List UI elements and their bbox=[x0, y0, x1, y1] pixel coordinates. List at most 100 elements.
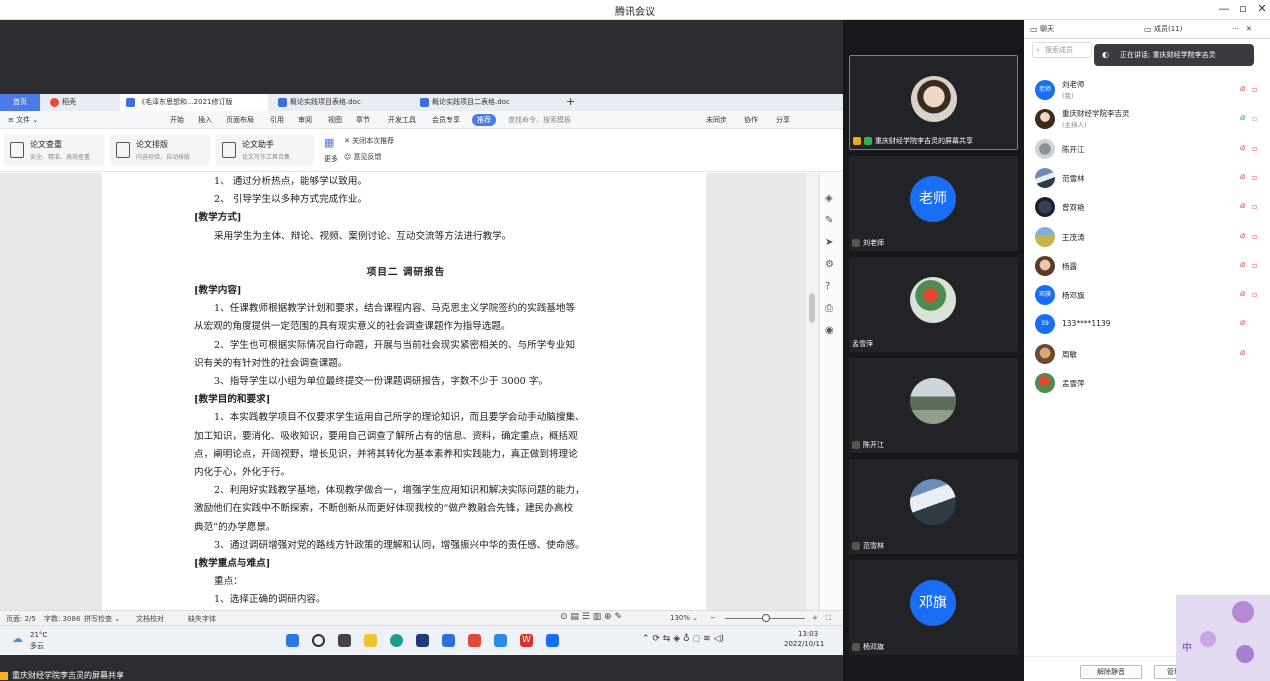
unmute-all-button[interactable]: 解除静音 bbox=[1080, 665, 1142, 679]
app-icon-red[interactable] bbox=[468, 634, 481, 647]
member-row[interactable]: 范雪林 ⌀ ▫ bbox=[1024, 164, 1270, 192]
doc-heading[interactable]: [教学重点与难点] bbox=[194, 555, 618, 573]
menu-recommend[interactable]: 推荐 bbox=[472, 114, 496, 126]
word-count[interactable]: 字数: 3086 bbox=[44, 614, 80, 624]
menu-view[interactable]: 视图 bbox=[328, 115, 342, 125]
video-tile[interactable]: 邓旗 杨邓旗 bbox=[849, 560, 1018, 655]
share-icon[interactable]: ⎙ bbox=[825, 303, 833, 314]
camera-off-icon[interactable]: ▫ bbox=[1252, 173, 1263, 182]
video-tile[interactable]: 孟雪萍 bbox=[849, 257, 1018, 352]
pen-icon[interactable]: ✎ bbox=[825, 215, 833, 226]
mic-off-icon[interactable]: ⌀ bbox=[1240, 84, 1248, 95]
mic-off-icon[interactable]: ⌀ bbox=[1240, 348, 1248, 359]
document-body[interactable]: 1、 通过分析热点，能够学以致用。 2、 引导学生以多种方式完成作业。 [教学方式]… bbox=[194, 173, 618, 610]
vertical-scrollbar[interactable] bbox=[806, 173, 818, 610]
doc-line[interactable]: 内化于心，外化于行。 bbox=[194, 464, 618, 482]
mic-off-icon[interactable]: ⌀ bbox=[1240, 260, 1248, 271]
tab-active-doc[interactable]: 《毛泽东思想和...2021修订版 bbox=[120, 94, 268, 111]
paper-format-button[interactable]: 论文排版 内容校验，自动排版 bbox=[110, 134, 210, 166]
video-tile[interactable]: 范雪林 bbox=[849, 459, 1018, 554]
doc-line[interactable] bbox=[194, 246, 618, 264]
menu-dev-tools[interactable]: 开发工具 bbox=[388, 115, 416, 125]
feedback-button[interactable]: ☺ 意见反馈 bbox=[344, 152, 382, 162]
doc-line[interactable]: 采用学生为主体、辩论、视频、案例讨论、互动交流等方法进行教学。 bbox=[194, 228, 618, 246]
fullscreen-icon[interactable]: ⛶ bbox=[826, 614, 831, 623]
doc-line[interactable]: 加工知识，要消化、吸收知识，要用自己调查了解所占有的信息、资料，确定重点，概括观 bbox=[194, 428, 618, 446]
doc-line[interactable]: 点，阐明论点，开阔视野，增长见识，并将其转化为基本素养和实践能力，真正做到将理论 bbox=[194, 446, 618, 464]
member-row[interactable]: 39 133****1139 ⌀ bbox=[1024, 310, 1270, 338]
weather-temp[interactable]: 21°C bbox=[30, 631, 47, 639]
style-icon[interactable]: ◈ bbox=[825, 193, 833, 204]
mic-off-icon[interactable]: ⌀ bbox=[1240, 231, 1248, 242]
page-indicator[interactable]: 页面: 2/5 bbox=[6, 614, 36, 624]
task-view-icon[interactable] bbox=[338, 634, 351, 647]
paper-assistant-button[interactable]: 论文助手 论文写作工具合集 bbox=[216, 134, 314, 166]
scroll-thumb[interactable] bbox=[809, 293, 815, 323]
panel-more-button[interactable]: ··· bbox=[1232, 20, 1239, 39]
spell-check[interactable]: 拼写检查 ⌄ bbox=[84, 614, 120, 624]
video-tile[interactable]: 老师 刘老师 bbox=[849, 156, 1018, 251]
doc-line[interactable]: 1、本实践教学项目不仅要求学生运用自己所学的理论知识，而且要学会动手动脑搜集、 bbox=[194, 409, 618, 427]
adjust-icon[interactable]: ⚙ bbox=[825, 259, 834, 270]
sync-status[interactable]: 未同步 bbox=[706, 115, 727, 125]
doc-line[interactable]: 3、通过调研增强对党的路线方针政策的理解和认同，增强振兴中华的责任感、使命感。 bbox=[194, 537, 618, 555]
store-icon[interactable] bbox=[416, 634, 429, 647]
doc-section-title[interactable]: 项目二 调研报告 bbox=[194, 264, 618, 282]
missing-font[interactable]: 缺失字体 bbox=[188, 614, 216, 624]
doc-line[interactable]: 激励他们在实践中不断探索，不断创新从而更好体现我校的“做产教融合先锋，建民办高校 bbox=[194, 500, 618, 518]
camera-off-icon[interactable]: ▫ bbox=[1252, 144, 1263, 153]
camera-off-icon[interactable]: ▫ bbox=[1252, 85, 1263, 94]
wps-icon[interactable]: W bbox=[520, 634, 533, 647]
member-row[interactable]: 孟雪萍 bbox=[1024, 369, 1270, 397]
mic-off-icon[interactable]: ⌀ bbox=[1240, 172, 1248, 183]
search-icon[interactable] bbox=[312, 634, 325, 647]
clock-date[interactable]: 2022/10/11 bbox=[784, 640, 824, 648]
mic-on-icon[interactable]: ⌀ bbox=[1240, 113, 1248, 124]
video-tile[interactable]: 重庆财经学院李吉灵的屏幕共享 bbox=[849, 55, 1018, 150]
tencent-meeting-icon[interactable] bbox=[494, 634, 507, 647]
tab-chat[interactable]: 聊天 bbox=[1040, 20, 1054, 39]
help-icon[interactable]: ? bbox=[825, 281, 830, 292]
member-row[interactable]: 邓旗 杨邓旗 ⌀ ▫ bbox=[1024, 281, 1270, 309]
mic-off-icon[interactable]: ⌀ bbox=[1240, 201, 1248, 212]
menu-start[interactable]: 开始 bbox=[170, 115, 184, 125]
tab-home[interactable]: 首页 bbox=[0, 94, 40, 111]
video-tile[interactable]: 陈开江 bbox=[849, 358, 1018, 453]
member-row[interactable]: 老师 刘老师 (我) ⌀ ▫ bbox=[1024, 76, 1270, 104]
menu-reference[interactable]: 引用 bbox=[270, 115, 284, 125]
menu-insert[interactable]: 插入 bbox=[198, 115, 212, 125]
doc-line[interactable]: 识有关的有针对性的社会调查课题。 bbox=[194, 355, 618, 373]
doc-line[interactable]: 2、利用好实践教学基地，体现教学做合一，增强学生应用知识和解决实际问题的能力， bbox=[194, 482, 618, 500]
file-menu[interactable]: ≡ 文件 ⌄ bbox=[8, 115, 38, 125]
member-row[interactable]: 陈开江 ⌀ ▫ bbox=[1024, 135, 1270, 163]
doc-line[interactable]: 1、任课教师根据教学计划和要求，结合课程内容、马克思主义学院签约的实践基地等 bbox=[194, 300, 618, 318]
camera-off-icon[interactable]: ▫ bbox=[1252, 114, 1263, 123]
doc-line[interactable]: 从宏观的角度提供一定范围的具有现实意义的社会调查课题作为指导选题。 bbox=[194, 318, 618, 336]
member-row[interactable]: 杨露 ⌀ ▫ bbox=[1024, 252, 1270, 280]
restore-button[interactable]: ▫ bbox=[1235, 2, 1251, 15]
add-tab-button[interactable]: + bbox=[564, 94, 580, 111]
minimize-button[interactable]: — bbox=[1216, 2, 1232, 15]
zoom-level[interactable]: 130% ⌄ bbox=[670, 614, 698, 622]
start-icon[interactable] bbox=[286, 634, 299, 647]
member-search-input[interactable]: ⌕ 搜索成员 bbox=[1032, 42, 1092, 58]
doc-proof[interactable]: 文档校对 bbox=[136, 614, 164, 624]
doc-line[interactable]: 2、学生也可根据实际情况自行命题，开展与当前社会现实紧密相关的、与所学专业知 bbox=[194, 337, 618, 355]
camera-off-icon[interactable]: ▫ bbox=[1252, 290, 1263, 299]
tab-doc-2[interactable]: 概论实践项目表格.doc bbox=[272, 94, 410, 111]
zoom-in-button[interactable]: + bbox=[812, 614, 818, 622]
share-button[interactable]: 分享 bbox=[776, 115, 790, 125]
doc-heading[interactable]: [教学目的和要求] bbox=[194, 391, 618, 409]
camera-off-icon[interactable]: ▫ bbox=[1252, 232, 1263, 241]
zoom-slider-knob[interactable] bbox=[762, 614, 770, 622]
app-icon-blue[interactable] bbox=[546, 634, 559, 647]
location-icon[interactable]: ◉ bbox=[825, 325, 834, 336]
more-button[interactable]: 更多 bbox=[324, 154, 338, 164]
tab-doc-3[interactable]: 概论实践项目二表格.doc bbox=[414, 94, 554, 111]
doc-line[interactable]: 重点： bbox=[194, 573, 618, 591]
doc-heading[interactable]: [教学方式] bbox=[194, 209, 618, 227]
view-mode-icons[interactable]: ⊙ ▤ ☰ ▥ ⊕ ✎ bbox=[560, 612, 622, 622]
doc-line[interactable]: 1、 通过分析热点，能够学以致用。 bbox=[194, 173, 618, 191]
cursor-icon[interactable]: ➤ bbox=[825, 237, 833, 248]
doc-heading[interactable]: [教学内容] bbox=[194, 282, 618, 300]
